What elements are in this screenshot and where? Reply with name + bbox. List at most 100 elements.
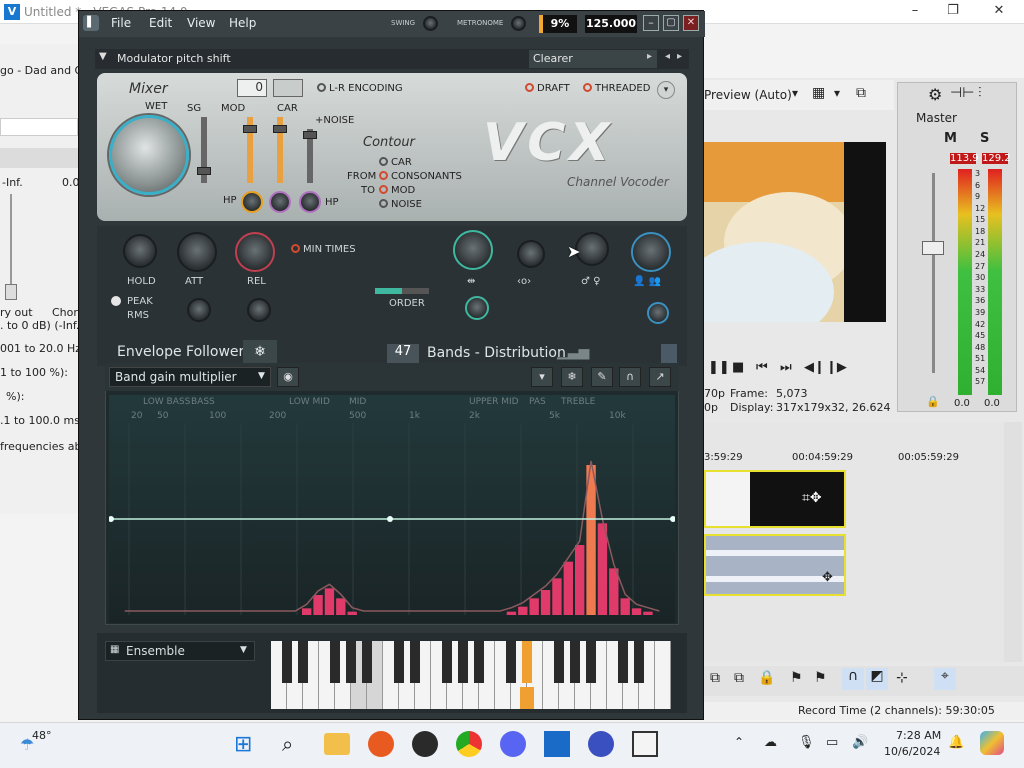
- options-chevron-icon[interactable]: ▾: [657, 81, 675, 99]
- start-icon[interactable]: ⊞: [234, 732, 252, 757]
- menu-edit[interactable]: Edit: [149, 16, 172, 30]
- audio-event[interactable]: ✥: [704, 534, 846, 596]
- piano-black-key[interactable]: [586, 641, 596, 683]
- voices-knob[interactable]: [631, 232, 671, 272]
- gain-control-point[interactable]: [387, 516, 393, 522]
- band-bar[interactable]: [563, 561, 573, 615]
- lips-icon[interactable]: ◉: [277, 367, 299, 387]
- solo-button[interactable]: S: [980, 131, 989, 146]
- att-curve-knob[interactable]: [187, 298, 211, 322]
- fine-knob[interactable]: [647, 302, 669, 324]
- chevron-down-icon[interactable]: ▾: [834, 86, 840, 100]
- bands-count[interactable]: 47: [387, 344, 419, 364]
- edit-tool-icon[interactable]: ⊹: [896, 670, 908, 686]
- draft-toggle[interactable]: DRAFT: [525, 83, 570, 94]
- crop-icon[interactable]: ⌗✥: [802, 490, 822, 506]
- att-knob[interactable]: [177, 232, 217, 272]
- select-icon[interactable]: ⌖: [934, 668, 956, 690]
- peak-radio[interactable]: [111, 296, 121, 306]
- piano-black-key[interactable]: [618, 641, 628, 683]
- lr-encoding-toggle[interactable]: L-R ENCODING: [317, 83, 403, 94]
- region-icon[interactable]: ⚑: [814, 670, 827, 686]
- band-bar[interactable]: [302, 608, 312, 615]
- next-preset-icon[interactable]: ▸: [677, 51, 682, 62]
- preset-selector[interactable]: Clearer: [529, 50, 657, 68]
- restore-icon[interactable]: ❐: [938, 3, 968, 21]
- stop-icon[interactable]: ■: [732, 360, 744, 375]
- close-icon[interactable]: ✕: [683, 15, 699, 31]
- band-bar[interactable]: [336, 598, 346, 615]
- band-bar[interactable]: [620, 598, 630, 615]
- volume-icon[interactable]: 🔊: [852, 735, 868, 750]
- contour-car-option[interactable]: CAR: [379, 157, 412, 168]
- rel-knob[interactable]: [235, 232, 275, 272]
- piano-black-key[interactable]: [442, 641, 452, 683]
- freeze-icon[interactable]: ❄: [561, 367, 583, 387]
- swing-knob[interactable]: [423, 16, 438, 31]
- chrome-icon[interactable]: [456, 731, 482, 757]
- pane-field[interactable]: [0, 118, 78, 136]
- mixer-icon[interactable]: ⊣⊢: [950, 85, 974, 101]
- prev-frame-icon[interactable]: ⏮: [756, 360, 768, 375]
- band-bar[interactable]: [313, 595, 323, 615]
- piano-white-key[interactable]: [655, 641, 671, 709]
- car-fader[interactable]: [273, 125, 287, 133]
- graph-menu-icon[interactable]: ▾: [531, 367, 553, 387]
- microphone-icon[interactable]: 🎙: [798, 735, 815, 750]
- search-icon[interactable]: ⌕: [282, 732, 293, 756]
- noise-fader[interactable]: [303, 131, 317, 139]
- piano-black-key[interactable]: [474, 641, 484, 683]
- chevron-up-icon[interactable]: ⌃: [734, 735, 744, 749]
- contour-mod-option[interactable]: MOD: [379, 185, 415, 196]
- piano-black-key[interactable]: [634, 641, 644, 683]
- step-forward-icon[interactable]: ❙▶: [826, 360, 847, 375]
- fl-studio-icon[interactable]: [632, 731, 658, 757]
- min-times-toggle[interactable]: MIN TIMES: [291, 244, 356, 255]
- piano-black-key[interactable]: [362, 641, 372, 683]
- threaded-toggle[interactable]: THREADED: [583, 83, 650, 94]
- band-bar[interactable]: [597, 523, 608, 615]
- minimize-icon[interactable]: –: [900, 3, 930, 21]
- order-knob[interactable]: [465, 296, 489, 320]
- ensemble-dropdown[interactable]: ▦ Ensemble ▼: [105, 641, 255, 661]
- cloud-sync-icon[interactable]: ☁: [764, 735, 777, 750]
- gain-control-point[interactable]: [108, 516, 114, 522]
- slider-thumb[interactable]: [5, 284, 17, 300]
- band-bar[interactable]: [552, 578, 562, 615]
- band-bar[interactable]: [609, 568, 619, 615]
- metronome-knob[interactable]: [511, 16, 526, 31]
- chevron-down-icon[interactable]: ▾: [792, 86, 798, 100]
- video-event[interactable]: ⌗✥: [704, 470, 846, 528]
- sg-fader[interactable]: [197, 167, 211, 175]
- step-back-icon[interactable]: ◀❙: [804, 360, 825, 375]
- piano-black-key[interactable]: [394, 641, 404, 683]
- gear-icon[interactable]: ⚙: [928, 85, 942, 104]
- piano-black-key[interactable]: [410, 641, 420, 683]
- piano-black-key[interactable]: [458, 641, 468, 683]
- band-offset-field[interactable]: 0: [237, 79, 267, 97]
- move-icon[interactable]: ✥: [822, 570, 833, 585]
- notification-bell-icon[interactable]: 🔔: [948, 735, 964, 750]
- mute-button[interactable]: M: [944, 131, 957, 146]
- contour-noise-option[interactable]: NOISE: [379, 199, 422, 210]
- piano-black-key[interactable]: [506, 641, 516, 683]
- car-tone-knob[interactable]: [269, 191, 291, 213]
- band-bar[interactable]: [506, 611, 517, 615]
- link-icon[interactable]: ↗: [649, 367, 671, 387]
- menu-file[interactable]: File: [111, 16, 131, 30]
- preset-arrow-icon[interactable]: ▸: [647, 51, 652, 62]
- hp-mod-knob[interactable]: [241, 191, 263, 213]
- auto-crossfade-icon[interactable]: ◩: [866, 668, 888, 690]
- tempo-readout[interactable]: 125.000: [585, 15, 637, 33]
- menu-view[interactable]: View: [187, 16, 215, 30]
- stereo-width-knob[interactable]: [453, 230, 493, 270]
- piano-black-key[interactable]: [282, 641, 292, 683]
- piano-black-key[interactable]: [346, 641, 356, 683]
- band-bar[interactable]: [540, 590, 551, 615]
- ripple-icon[interactable]: ⧉: [710, 670, 720, 686]
- file-explorer-icon[interactable]: [324, 733, 350, 755]
- piano-black-key[interactable]: [298, 641, 308, 683]
- wet-knob[interactable]: [109, 115, 189, 195]
- copilot-icon[interactable]: [980, 731, 1004, 755]
- piano-black-key[interactable]: [522, 641, 532, 683]
